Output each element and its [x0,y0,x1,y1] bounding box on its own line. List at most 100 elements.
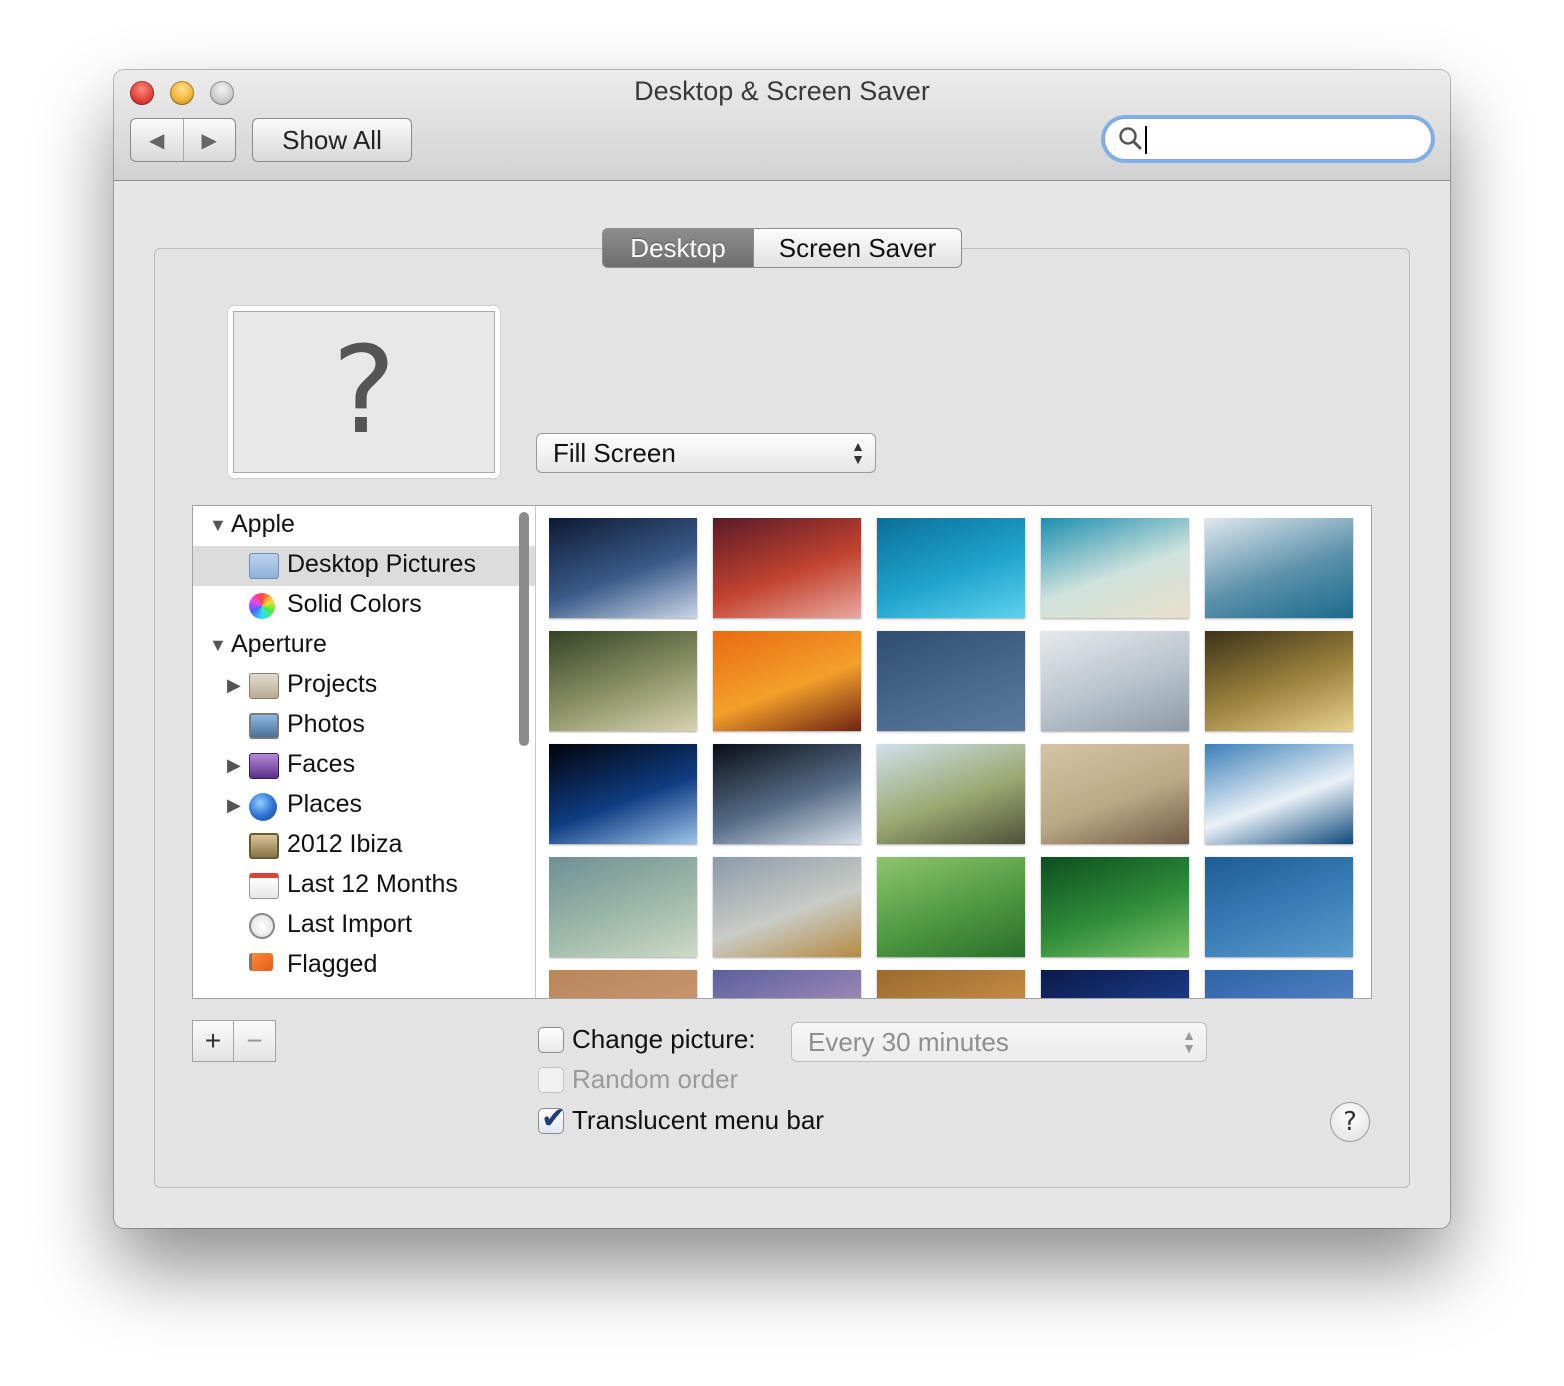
sidebar-item-label: Desktop Pictures [287,550,476,578]
sidebar-item-label: Last 12 Months [287,870,458,898]
fit-mode-popup[interactable]: Fill Screen ▲ ▼ [536,433,876,473]
wallpaper-thumbnail-flamingos[interactable] [1041,744,1189,844]
wallpaper-thumbnail-grass-seeds[interactable] [549,631,697,731]
show-all-button[interactable]: Show All [252,118,412,162]
wallpaper-thumbnail-night-sky[interactable] [1041,970,1189,998]
color-wheel-icon [249,593,275,619]
folder-icon [249,553,279,579]
disclosure-collapsed-icon[interactable]: ▶ [227,796,241,814]
sidebar-item[interactable]: ▶ Faces [193,746,535,786]
clock-icon [249,913,275,939]
random-order-label: Random order [572,1064,739,1094]
faces-icon [249,753,279,779]
sidebar-item[interactable]: ▶ Projects [193,666,535,706]
sidebar-item[interactable]: Photos [193,706,535,746]
search-input[interactable] [1149,123,1423,157]
text-caret [1145,126,1147,154]
wallpaper-thumbnail-canyon[interactable] [713,518,861,618]
change-picture-checkbox[interactable] [538,1027,564,1053]
wallpaper-thumbnail-blue-pattern[interactable] [877,631,1025,731]
translucent-menu-bar-label: Translucent menu bar [572,1105,824,1135]
wallpaper-thumbnail-blue-gradient[interactable] [1205,970,1353,998]
wallpaper-thumbnail-lion[interactable] [877,970,1025,998]
search-icon [1119,127,1142,150]
wallpaper-thumbnail-foggy-lake[interactable] [1041,631,1189,731]
fit-mode-value: Fill Screen [553,437,676,468]
wallpaper-thumbnail-beach-wave[interactable] [1041,518,1189,618]
wallpaper-thumbnail-orange-paint[interactable] [713,631,861,731]
sidebar-item-label: Places [287,790,363,818]
wallpaper-thumbnail-ice-crack[interactable] [1205,744,1353,844]
remove-source-button[interactable]: − [234,1020,276,1062]
thumbnail-grid [549,518,1369,998]
wallpaper-thumbnail-misty-hills[interactable] [713,857,861,957]
desktop-screen-saver-window: Desktop & Screen Saver ◀ ▶ Show All Desk… [114,70,1450,1228]
wallpaper-thumbnail-earth-horizon[interactable] [549,744,697,844]
desktop-preview: ? [228,306,500,478]
sidebar-item[interactable]: ▼ Apple [193,506,535,546]
window-title: Desktop & Screen Saver [634,76,930,106]
globe-icon [249,793,277,821]
projects-icon [249,673,279,699]
unknown-picture-icon: ? [233,311,495,473]
wallpaper-thumbnail-earth-clouds[interactable] [713,744,861,844]
wallpaper-thumbnail-green-grass[interactable] [1041,857,1189,957]
wallpaper-thumbnail-blue-forest[interactable] [1205,518,1353,618]
wallpaper-thumbnail-elephant[interactable] [877,744,1025,844]
disclosure-collapsed-icon[interactable]: ▶ [227,676,241,694]
forward-button[interactable]: ▶ [183,119,235,161]
sidebar-item[interactable]: Solid Colors [193,586,535,626]
wallpaper-thumbnail-blue-lace[interactable] [1205,857,1353,957]
sidebar-item-label: 2012 Ibiza [287,830,403,858]
popup-arrows-icon: ▲ ▼ [1182,1027,1196,1056]
sidebar-item-label: Last Import [287,910,413,938]
back-button[interactable]: ◀ [131,119,183,161]
help-button[interactable]: ? [1330,1102,1370,1142]
change-picture-label: Change picture: [572,1024,756,1054]
calendar-icon [249,873,279,899]
tab-desktop[interactable]: Desktop [602,228,754,268]
source-add-remove: + − [192,1020,276,1062]
wallpaper-thumbnail-golden-cliff[interactable] [1205,631,1353,731]
sidebar-item[interactable]: Last 12 Months [193,866,535,906]
sidebar-item-label: Solid Colors [287,590,422,618]
sidebar-item-label: Apple [231,510,295,538]
sidebar-item-label: Aperture [231,630,327,658]
sidebar-item[interactable]: 2012 Ibiza [193,826,535,866]
change-interval-value: Every 30 minutes [808,1026,1009,1057]
source-list: ▼ Apple Desktop Pictures Solid Colors ▼ Apert… [193,506,536,998]
sidebar-scrollbar[interactable] [519,512,529,746]
disclosure-expanded-icon[interactable]: ▼ [209,636,227,654]
popup-arrows-icon: ▲ ▼ [851,438,865,467]
random-order-checkbox[interactable] [538,1067,564,1093]
sidebar-item[interactable]: Desktop Pictures [193,546,535,586]
sidebar-item[interactable]: ▶ Places [193,786,535,826]
add-source-button[interactable]: + [192,1020,234,1062]
search-field[interactable] [1104,118,1432,160]
wallpaper-thumbnail-purple-sky[interactable] [713,970,861,998]
sidebar-item[interactable]: Last Import [193,906,535,946]
sidebar-item-label: Projects [287,670,378,698]
sidebar-item[interactable]: Flagged [193,946,535,986]
translucent-menu-bar-checkbox[interactable] [538,1101,566,1136]
disclosure-collapsed-icon[interactable]: ▶ [227,756,241,774]
album-icon [249,833,279,859]
photos-icon [249,713,279,739]
wallpaper-thumbnail-desert-dusk[interactable] [549,970,697,998]
sidebar-item-label: Faces [287,750,356,778]
change-interval-popup[interactable]: Every 30 minutes ▲ ▼ [791,1022,1207,1062]
tab-screen-saver[interactable]: Screen Saver [754,228,962,268]
disclosure-expanded-icon[interactable]: ▼ [209,516,227,534]
sidebar-item[interactable]: ▼ Aperture [193,626,535,666]
wallpaper-thumbnail-tree-frog[interactable] [877,857,1025,957]
picture-browser: ▼ Apple Desktop Pictures Solid Colors ▼ Apert… [192,505,1372,999]
back-arrow-icon: ◀ [149,129,165,152]
forward-arrow-icon: ▶ [201,129,217,152]
sidebar-item-label: Flagged [287,950,378,978]
flag-icon [249,953,273,971]
wallpaper-thumbnail-galaxy[interactable] [549,518,697,618]
wallpaper-thumbnail-lily-pads[interactable] [549,857,697,957]
sidebar-item-label: Photos [287,710,365,738]
title-bar: Desktop & Screen Saver ◀ ▶ Show All [114,70,1450,181]
wallpaper-thumbnail-water-ripples[interactable] [877,518,1025,618]
